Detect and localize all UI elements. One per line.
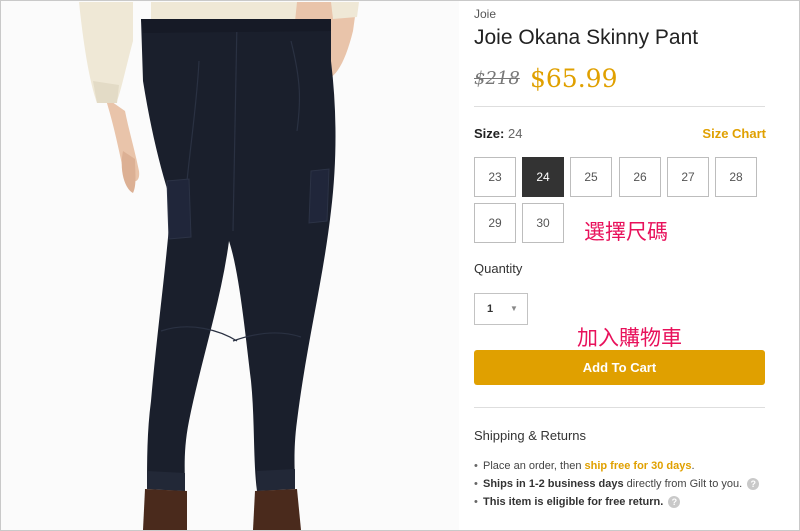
brand-name[interactable]: Joie	[474, 7, 496, 21]
size-option-24[interactable]: 24	[522, 157, 564, 197]
shipping-bold-text: Ships in 1-2 business days	[483, 478, 624, 490]
selected-size-value: 24	[507, 126, 523, 141]
shipping-text: directly from Gilt to you.	[623, 478, 743, 490]
original-price: $218	[474, 68, 520, 89]
divider	[474, 106, 765, 107]
shipping-text: .	[691, 460, 695, 472]
sale-price: $65.99	[530, 64, 618, 93]
product-details-panel: Joie Joie Okana Skinny Pant $218 $65.99 …	[474, 0, 766, 531]
bullet-icon: •	[474, 460, 478, 472]
add-to-cart-annotation: 加入購物車	[577, 326, 682, 350]
shipping-returns-heading[interactable]: Shipping & Returns	[474, 428, 586, 443]
chevron-down-icon: ▼	[510, 304, 518, 313]
quantity-label: Quantity	[474, 261, 523, 276]
size-label: Size: 24	[474, 126, 522, 141]
size-label-text: Size:	[474, 126, 505, 141]
bullet-icon: •	[474, 496, 478, 508]
question-circle-icon[interactable]: ?	[668, 496, 681, 508]
size-chart-link[interactable]: Size Chart	[702, 126, 766, 141]
shipping-bold-text: This item is eligible for free return.	[483, 496, 664, 508]
size-option-26[interactable]: 26	[619, 157, 661, 197]
size-option-28[interactable]: 28	[715, 157, 757, 197]
list-item: • Place an order, then ship free for 30 d…	[474, 460, 766, 478]
list-item: • Ships in 1-2 business days directly fro…	[474, 478, 766, 496]
question-circle-icon[interactable]: ?	[747, 478, 760, 490]
size-option-25[interactable]: 25	[570, 157, 612, 197]
quantity-value: 1	[487, 303, 494, 315]
free-shipping-highlight: ship free for 30 days	[584, 460, 692, 472]
size-option-23[interactable]: 23	[474, 157, 516, 197]
price-row: $218 $65.99	[474, 62, 766, 98]
product-image[interactable]	[1, 1, 459, 530]
product-title: Joie Okana Skinny Pant	[474, 26, 699, 49]
add-to-cart-button[interactable]: Add To Cart	[474, 350, 765, 385]
divider	[474, 407, 765, 408]
size-option-29[interactable]: 29	[474, 203, 516, 243]
list-item: • This item is eligible for free return.?	[474, 496, 766, 514]
quantity-select[interactable]: 1 ▼	[474, 293, 528, 325]
shipping-list: • Place an order, then ship free for 30 d…	[474, 460, 766, 514]
size-option-27[interactable]: 27	[667, 157, 709, 197]
select-size-annotation: 選擇尺碼	[584, 220, 668, 244]
bullet-icon: •	[474, 478, 478, 490]
shipping-text: Place an order, then	[483, 460, 585, 472]
size-option-30[interactable]: 30	[522, 203, 564, 243]
